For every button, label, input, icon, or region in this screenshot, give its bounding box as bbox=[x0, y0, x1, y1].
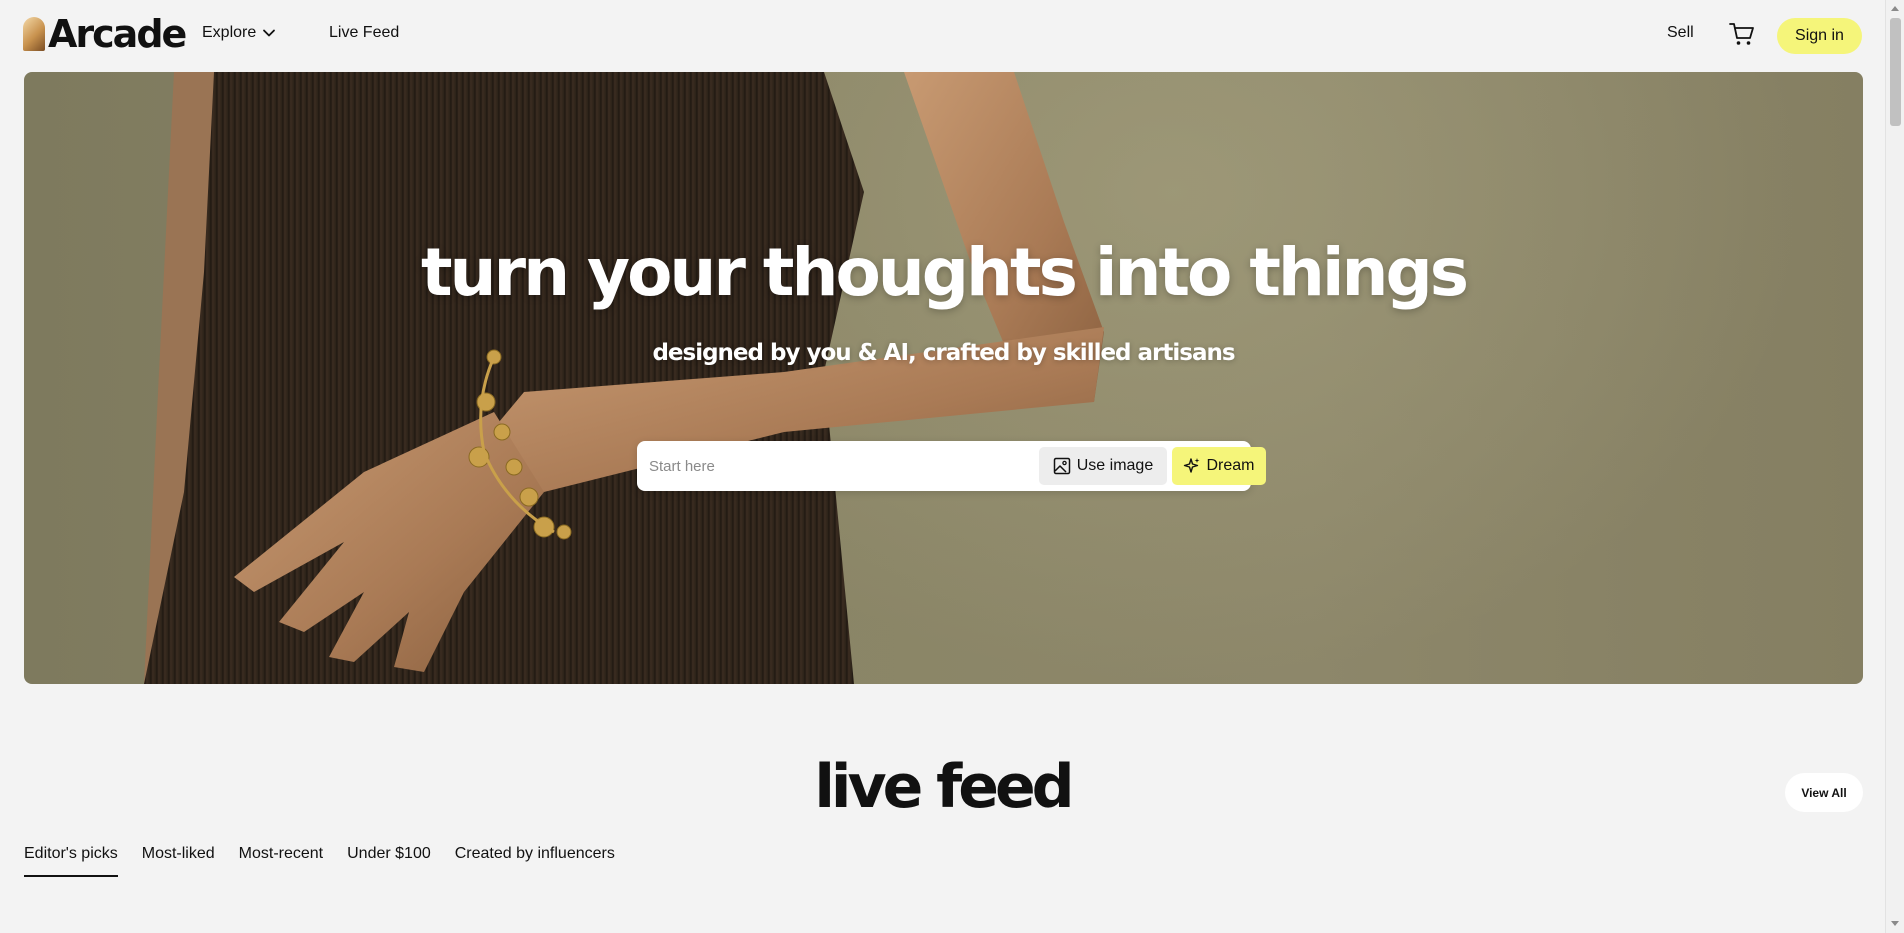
use-image-label: Use image bbox=[1076, 457, 1154, 474]
tab-most-liked[interactable]: Most-liked bbox=[142, 845, 215, 877]
nav-explore-label: Explore bbox=[202, 24, 257, 41]
sparkle-icon bbox=[1184, 458, 1200, 473]
logo-mark-icon bbox=[23, 17, 45, 51]
tab-editors-picks[interactable]: Editor's picks bbox=[24, 845, 118, 877]
nav-live-feed-link[interactable]: Live Feed bbox=[329, 24, 399, 42]
live-feed-tabs: Editor's picks Most-liked Most-recent Un… bbox=[24, 845, 615, 877]
scrollbar-thumb[interactable] bbox=[1890, 18, 1901, 126]
cart-icon[interactable] bbox=[1728, 20, 1756, 48]
site-header: Arcade Explore Live Feed Sell Sign in bbox=[0, 0, 1885, 72]
sign-in-button[interactable]: Sign in bbox=[1777, 18, 1862, 54]
hero-title: turn your thoughts into things bbox=[421, 234, 1469, 311]
image-icon bbox=[1053, 457, 1070, 475]
tab-created-by-influencers[interactable]: Created by influencers bbox=[455, 845, 615, 877]
hero-banner: turn your thoughts into things designed … bbox=[24, 72, 1863, 684]
page-scrollbar[interactable] bbox=[1885, 0, 1904, 933]
logo-text: Arcade bbox=[48, 12, 187, 56]
dream-label: Dream bbox=[1206, 457, 1255, 474]
hero-photo-model-bracelet bbox=[144, 72, 1104, 684]
tab-under-100[interactable]: Under $100 bbox=[347, 845, 431, 877]
live-feed-title: live feed bbox=[814, 752, 1074, 822]
chevron-down-icon bbox=[263, 29, 276, 37]
nav-explore-dropdown[interactable]: Explore bbox=[202, 24, 276, 42]
nav-sell-link[interactable]: Sell bbox=[1667, 24, 1694, 42]
view-all-button[interactable]: View All bbox=[1785, 773, 1863, 812]
scroll-down-arrow-icon[interactable] bbox=[1891, 921, 1899, 926]
prompt-bar: Use image Dream bbox=[637, 441, 1266, 491]
hero-subtitle: designed by you & AI, crafted by skilled… bbox=[652, 340, 1235, 366]
use-image-button[interactable]: Use image bbox=[1039, 447, 1167, 485]
dream-button[interactable]: Dream bbox=[1172, 447, 1266, 485]
scroll-up-arrow-icon[interactable] bbox=[1891, 6, 1899, 11]
prompt-input[interactable] bbox=[647, 449, 1007, 483]
tab-most-recent[interactable]: Most-recent bbox=[239, 845, 323, 877]
arcade-logo[interactable]: Arcade bbox=[23, 12, 187, 56]
